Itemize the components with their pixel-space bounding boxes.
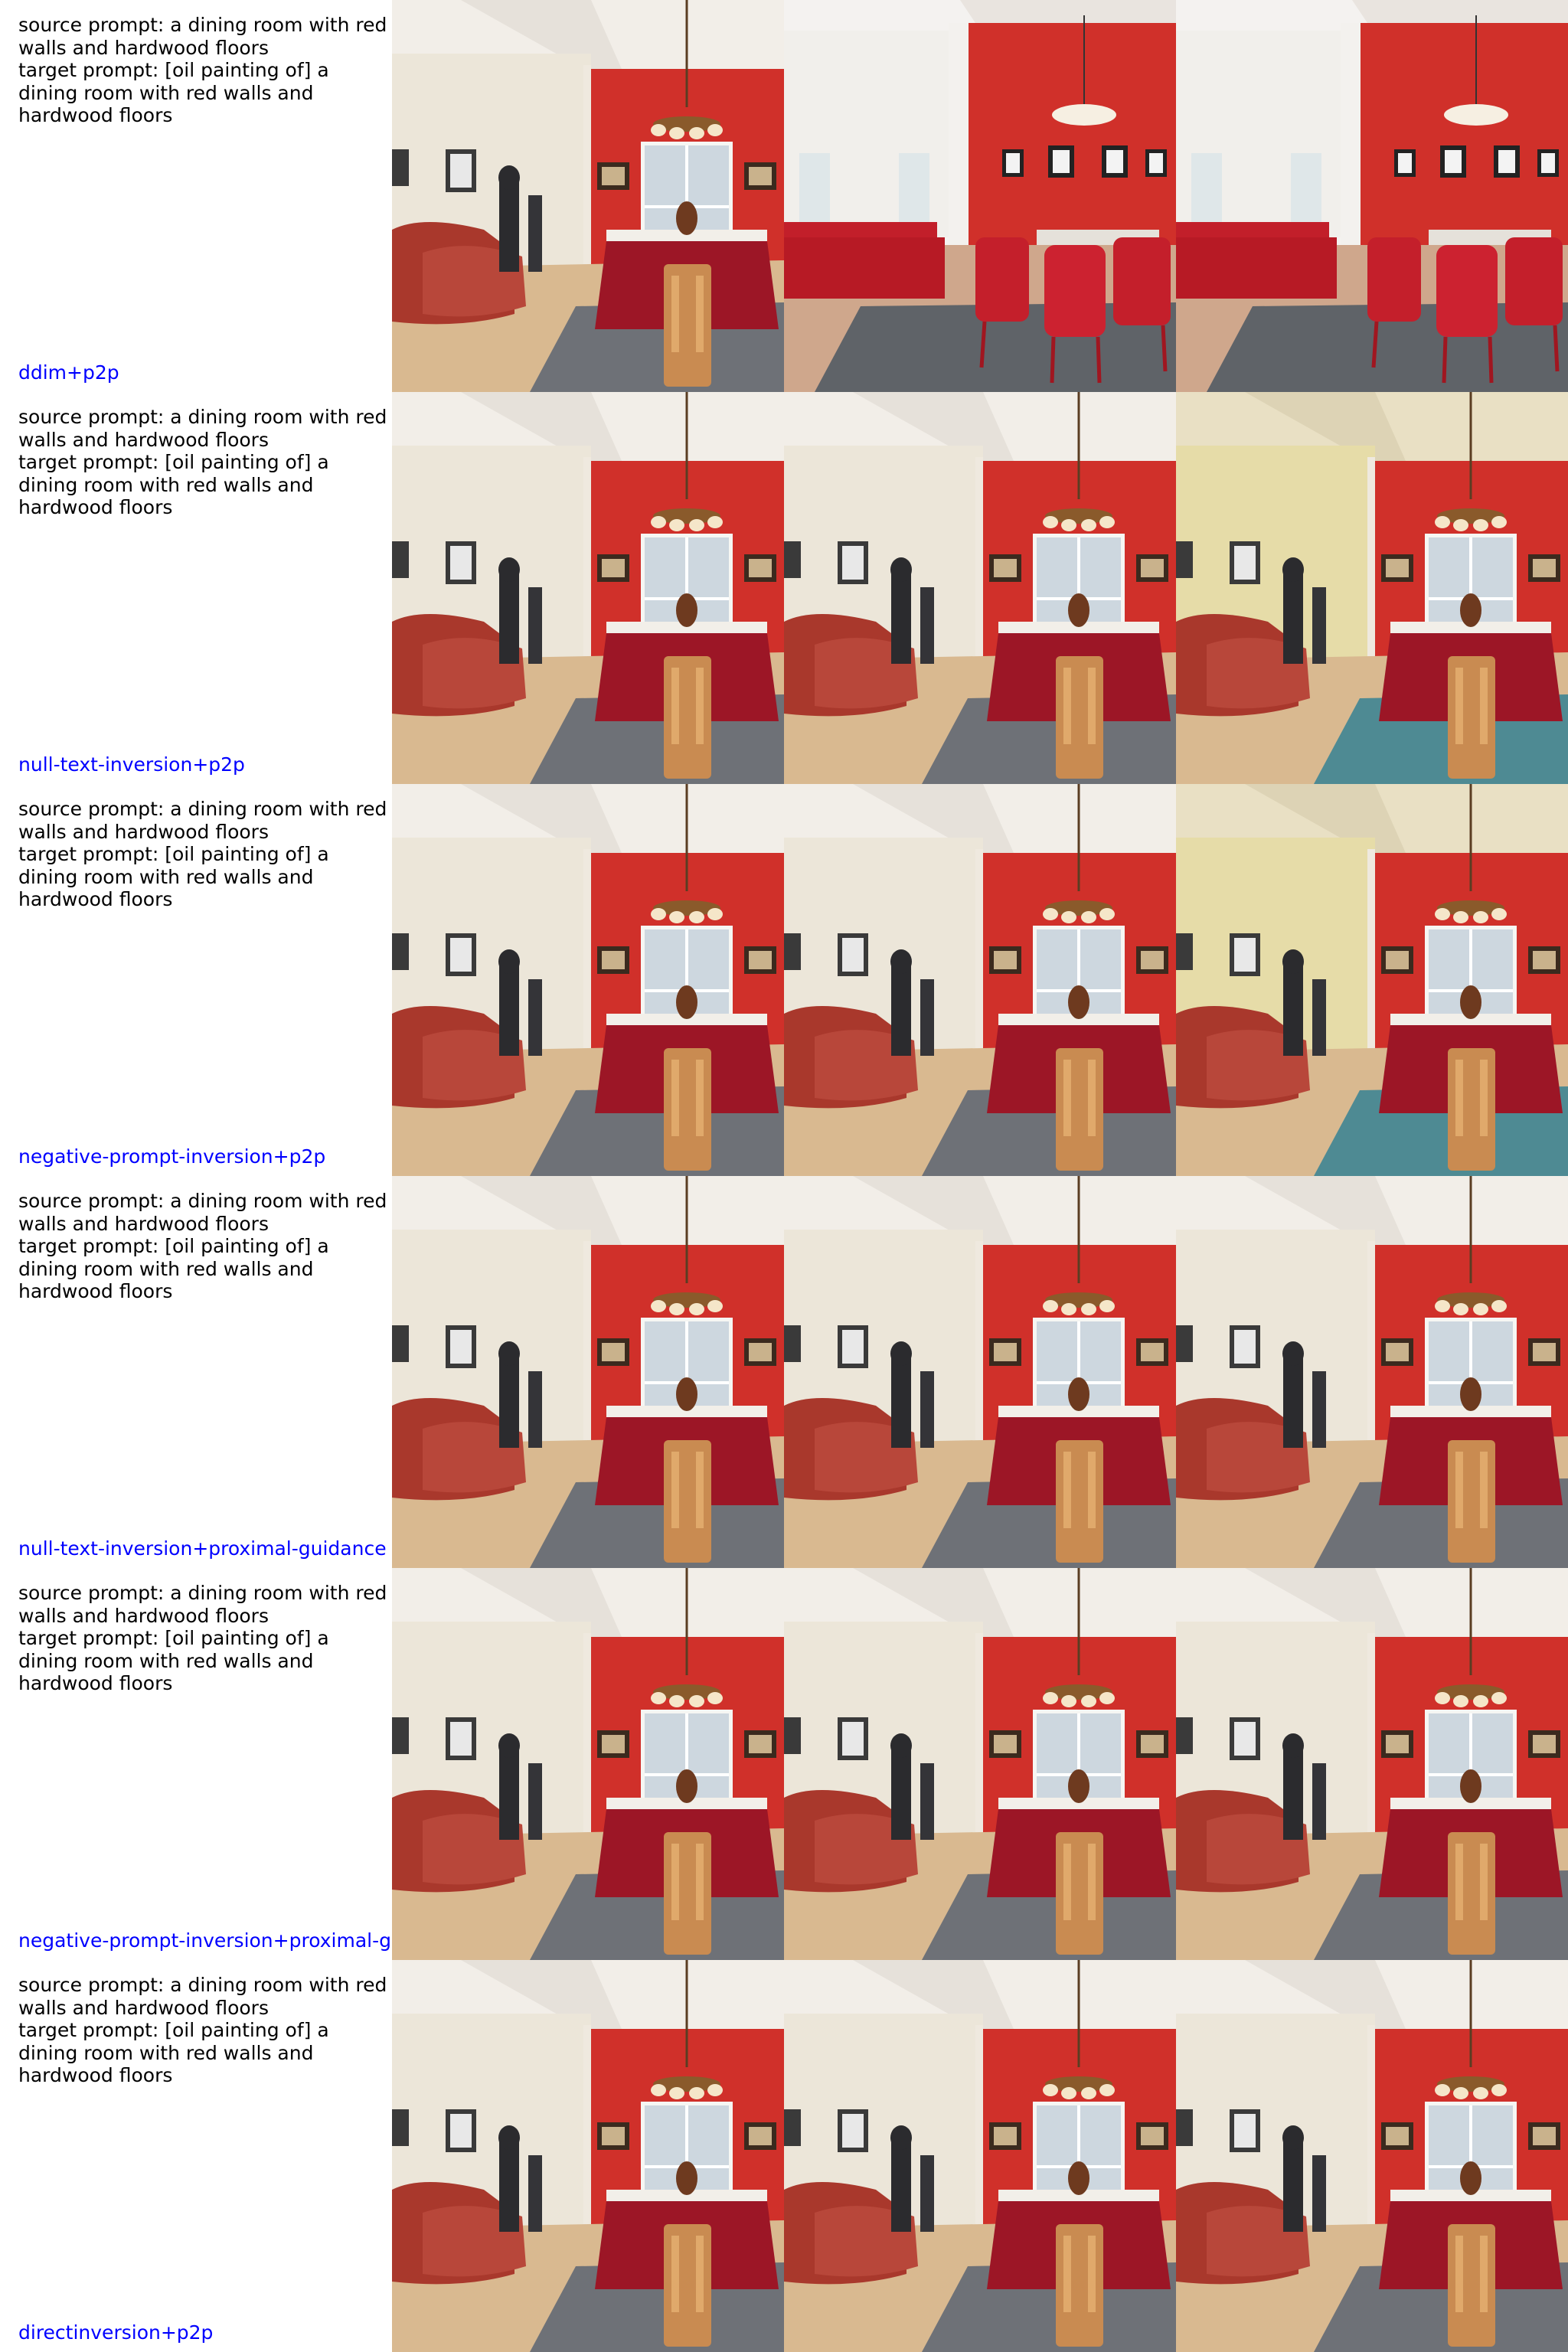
- dining-room-photo: [784, 784, 1176, 1176]
- comparison-row: source prompt: a dining room with red wa…: [0, 1960, 1568, 2352]
- method-label: null-text-inversion+proximal-guidance: [18, 1537, 387, 1560]
- dining-room-photo: [1176, 0, 1568, 392]
- method-label: negative-prompt-inversion+proximal-g: [18, 1929, 391, 1952]
- dining-room-photo: [392, 784, 784, 1176]
- dining-room-photo: [1176, 1568, 1568, 1960]
- comparison-row: source prompt: a dining room with red wa…: [0, 392, 1568, 784]
- dining-room-photo: [1176, 392, 1568, 784]
- dining-room-photo: [784, 1176, 1176, 1568]
- dining-room-photo: [1176, 1176, 1568, 1568]
- row-label-cell: source prompt: a dining room with red wa…: [0, 392, 392, 784]
- dining-room-photo: [392, 0, 784, 392]
- prompt-text: source prompt: a dining room with red wa…: [18, 1974, 387, 2086]
- dining-room-photo: [392, 1176, 784, 1568]
- row-label-cell: source prompt: a dining room with red wa…: [0, 784, 392, 1176]
- dining-room-photo: [784, 392, 1176, 784]
- comparison-row: source prompt: a dining room with red wa…: [0, 0, 1568, 392]
- dining-room-photo: [392, 1568, 784, 1960]
- dining-room-photo: [784, 0, 1176, 392]
- row-label-cell: source prompt: a dining room with red wa…: [0, 1176, 392, 1568]
- prompt-text: source prompt: a dining room with red wa…: [18, 406, 387, 518]
- method-label: negative-prompt-inversion+p2p: [18, 1145, 326, 1168]
- comparison-row: source prompt: a dining room with red wa…: [0, 1176, 1568, 1568]
- prompt-text: source prompt: a dining room with red wa…: [18, 1190, 387, 1302]
- prompt-text: source prompt: a dining room with red wa…: [18, 1582, 387, 1694]
- comparison-row: source prompt: a dining room with red wa…: [0, 784, 1568, 1176]
- dining-room-photo: [392, 392, 784, 784]
- dining-room-photo: [784, 1568, 1176, 1960]
- prompt-text: source prompt: a dining room with red wa…: [18, 14, 387, 126]
- row-label-cell: source prompt: a dining room with red wa…: [0, 1568, 392, 1960]
- comparison-row: source prompt: a dining room with red wa…: [0, 1568, 1568, 1960]
- row-label-cell: source prompt: a dining room with red wa…: [0, 0, 392, 392]
- method-label: directinversion+p2p: [18, 2321, 214, 2344]
- row-label-cell: source prompt: a dining room with red wa…: [0, 1960, 392, 2352]
- comparison-grid: source prompt: a dining room with red wa…: [0, 0, 1568, 2352]
- prompt-text: source prompt: a dining room with red wa…: [18, 798, 387, 910]
- dining-room-photo: [784, 1960, 1176, 2352]
- method-label: null-text-inversion+p2p: [18, 753, 245, 776]
- dining-room-photo: [1176, 784, 1568, 1176]
- dining-room-photo: [1176, 1960, 1568, 2352]
- dining-room-photo: [392, 1960, 784, 2352]
- method-label: ddim+p2p: [18, 361, 119, 384]
